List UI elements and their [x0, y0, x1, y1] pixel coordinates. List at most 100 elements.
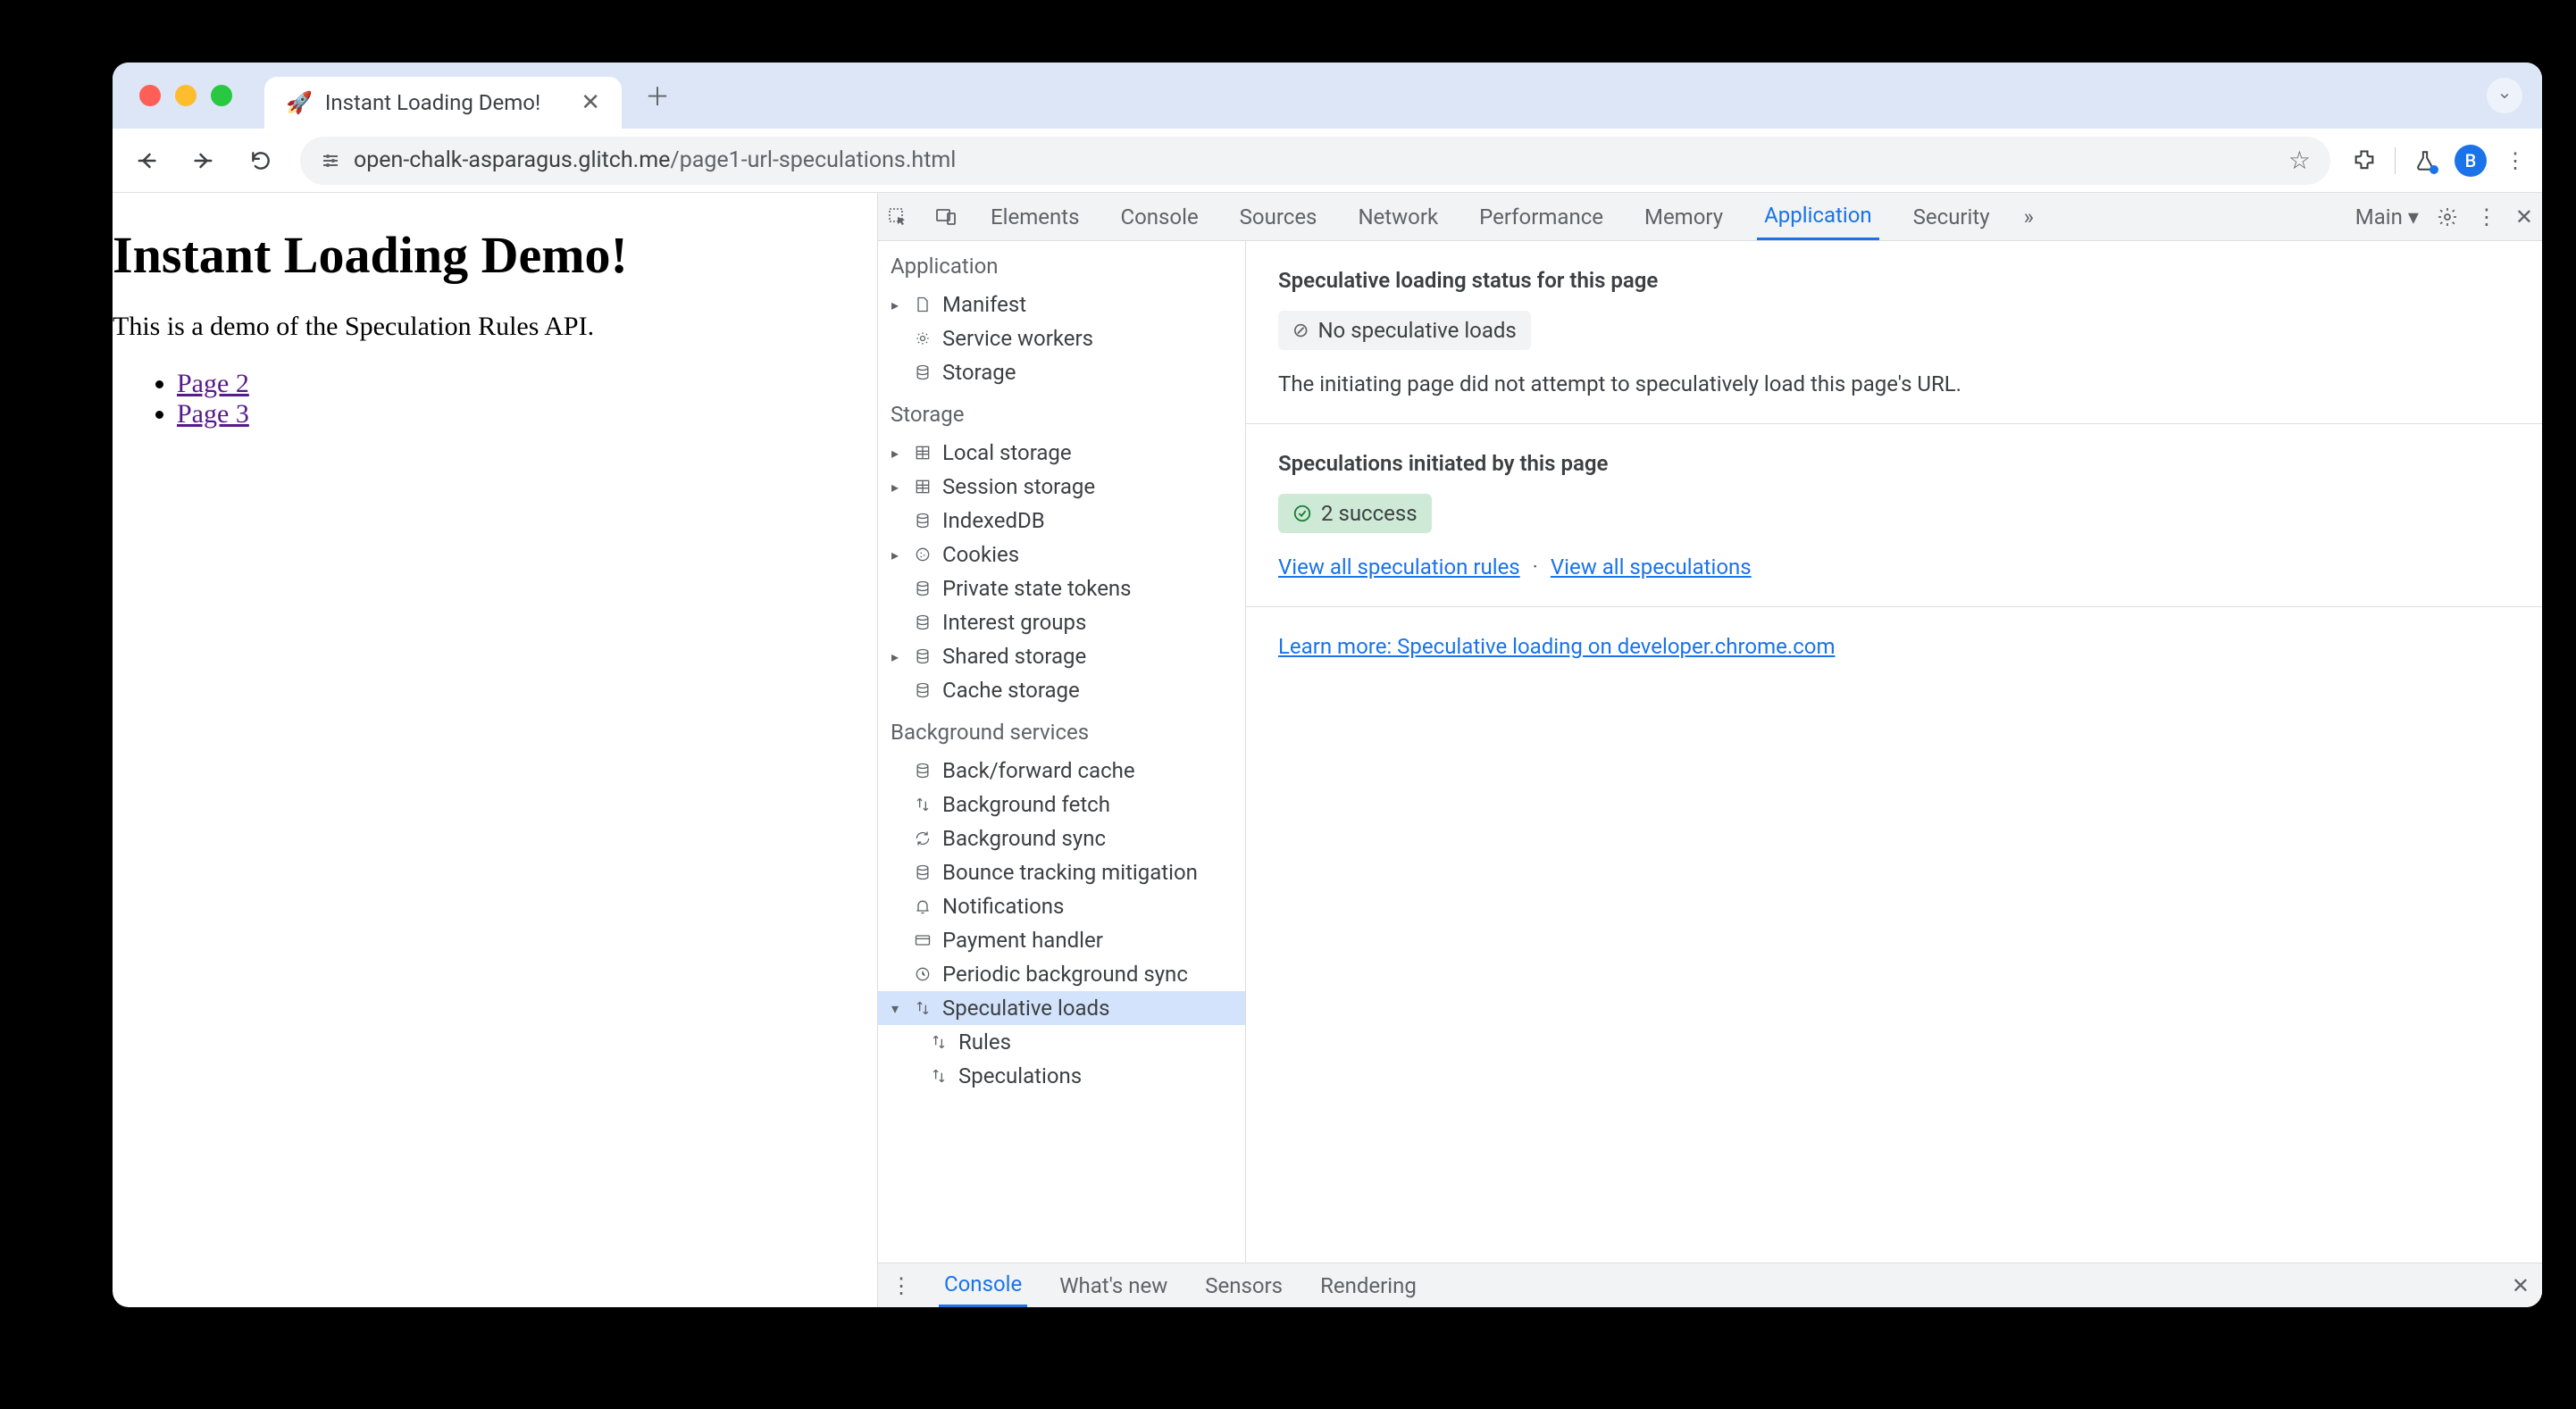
sidebar-item-periodic-sync[interactable]: Periodic background sync: [878, 957, 1245, 991]
sidebar-item-back-forward-cache[interactable]: Back/forward cache: [878, 754, 1245, 788]
sidebar-item-service-workers[interactable]: Service workers: [878, 321, 1245, 355]
status-block: Speculative loading status for this page…: [1246, 241, 2542, 424]
devtools-menu-icon[interactable]: ⋮: [2476, 204, 2497, 229]
devtools-settings-icon[interactable]: [2437, 206, 2458, 228]
browser-tab[interactable]: 🚀 Instant Loading Demo! ✕: [264, 77, 622, 129]
view-all-links: View all speculation rules · View all sp…: [1278, 554, 2510, 579]
tab-application[interactable]: Application: [1757, 193, 1879, 240]
database-icon: [912, 762, 933, 780]
inspect-element-icon[interactable]: [887, 206, 908, 228]
up-down-arrows-icon: [928, 1033, 949, 1051]
sidebar-item-session-storage[interactable]: ▸Session storage: [878, 470, 1245, 504]
sidebar-item-storage[interactable]: Storage: [878, 355, 1245, 389]
sidebar-item-manifest[interactable]: ▸Manifest: [878, 288, 1245, 321]
more-tabs-icon[interactable]: »: [2024, 204, 2034, 229]
new-tab-button[interactable]: ＋: [645, 78, 670, 113]
page-content: Instant Loading Demo! This is a demo of …: [113, 193, 877, 1307]
cookie-icon: [912, 546, 933, 563]
up-down-arrows-icon: [912, 999, 933, 1017]
application-main-panel: Speculative loading status for this page…: [1246, 241, 2542, 1263]
tab-favicon: 🚀: [286, 90, 313, 115]
drawer-tab-console[interactable]: Console: [939, 1263, 1027, 1307]
sidebar-item-rules[interactable]: Rules: [878, 1025, 1245, 1059]
drawer-tab-rendering[interactable]: Rendering: [1315, 1263, 1422, 1307]
experiments-flask-icon[interactable]: [2413, 149, 2437, 172]
status-chip-success: 2 success: [1278, 494, 1432, 533]
sidebar-item-speculations[interactable]: Speculations: [878, 1059, 1245, 1093]
navigation-toolbar: open-chalk-asparagus.glitch.me/page1-url…: [113, 129, 2542, 193]
profile-avatar[interactable]: B: [2455, 145, 2487, 177]
status-chip-no-loads: ⊘ No speculative loads: [1278, 311, 1531, 350]
prohibited-icon: ⊘: [1292, 320, 1309, 342]
tab-elements[interactable]: Elements: [983, 193, 1086, 240]
tab-memory[interactable]: Memory: [1637, 193, 1730, 240]
page-heading: Instant Loading Demo!: [113, 225, 877, 285]
sidebar-item-interest-groups[interactable]: Interest groups: [878, 605, 1245, 639]
sidebar-item-cookies[interactable]: ▸Cookies: [878, 538, 1245, 571]
list-item: Page 3: [177, 399, 877, 429]
grid-icon: [912, 444, 933, 462]
toolbar-separator: [2395, 147, 2396, 174]
database-icon: [912, 863, 933, 881]
page-link[interactable]: Page 3: [177, 399, 249, 429]
drawer-tab-sensors[interactable]: Sensors: [1200, 1263, 1288, 1307]
chrome-menu-icon[interactable]: ⋮: [2505, 148, 2526, 173]
close-window-button[interactable]: [139, 85, 161, 106]
sidebar-item-cache-storage[interactable]: Cache storage: [878, 673, 1245, 707]
up-down-arrows-icon: [928, 1067, 949, 1085]
database-icon: [912, 579, 933, 597]
database-icon: [912, 613, 933, 631]
tab-security[interactable]: Security: [1906, 193, 1997, 240]
page-link[interactable]: Page 2: [177, 369, 249, 398]
tab-console[interactable]: Console: [1113, 193, 1205, 240]
content-split: Instant Loading Demo! This is a demo of …: [113, 193, 2542, 1307]
address-bar[interactable]: open-chalk-asparagus.glitch.me/page1-url…: [300, 137, 2330, 185]
sidebar-item-local-storage[interactable]: ▸Local storage: [878, 436, 1245, 470]
learn-more-link[interactable]: Learn more: Speculative loading on devel…: [1278, 634, 1836, 659]
bookmark-star-icon[interactable]: ☆: [2288, 146, 2311, 175]
sidebar-section-application: Application: [878, 241, 1245, 288]
browser-window: 🚀 Instant Loading Demo! ✕ ＋ open-chalk-a…: [113, 63, 2542, 1307]
tab-title: Instant Loading Demo!: [325, 90, 540, 115]
status-description: The initiating page did not attempt to s…: [1278, 371, 2510, 396]
sync-icon: [912, 830, 933, 847]
sidebar-item-notifications[interactable]: Notifications: [878, 889, 1245, 923]
database-icon: [912, 512, 933, 529]
sidebar-item-background-fetch[interactable]: Background fetch: [878, 788, 1245, 821]
sidebar-item-shared-storage[interactable]: ▸Shared storage: [878, 639, 1245, 673]
database-icon: [912, 681, 933, 699]
forward-button[interactable]: [186, 143, 222, 179]
devtools-panel: Elements Console Sources Network Perform…: [877, 193, 2542, 1307]
back-button[interactable]: [129, 143, 164, 179]
close-drawer-icon[interactable]: ✕: [2512, 1273, 2530, 1298]
window-controls: [139, 85, 232, 106]
tab-search-button[interactable]: [2487, 78, 2522, 113]
drawer-tab-whats-new[interactable]: What's new: [1054, 1263, 1173, 1307]
reload-button[interactable]: [243, 143, 279, 179]
gear-small-icon: [912, 329, 933, 347]
sidebar-item-private-state-tokens[interactable]: Private state tokens: [878, 571, 1245, 605]
site-settings-icon[interactable]: [320, 150, 341, 171]
clock-icon: [912, 965, 933, 983]
tab-network[interactable]: Network: [1351, 193, 1445, 240]
tab-sources[interactable]: Sources: [1233, 193, 1325, 240]
minimize-window-button[interactable]: [175, 85, 197, 106]
database-icon: [912, 647, 933, 665]
sidebar-item-payment-handler[interactable]: Payment handler: [878, 923, 1245, 957]
frame-selector[interactable]: Main ▾: [2355, 204, 2419, 229]
sidebar-item-indexeddb[interactable]: IndexedDB: [878, 504, 1245, 538]
devtools-drawer: ⋮ Console What's new Sensors Rendering ✕: [878, 1263, 2542, 1307]
view-all-rules-link[interactable]: View all speculation rules: [1278, 554, 1520, 579]
view-all-speculations-link[interactable]: View all speculations: [1551, 554, 1752, 579]
close-devtools-icon[interactable]: ✕: [2515, 204, 2533, 229]
device-toolbar-icon[interactable]: [935, 206, 957, 228]
sidebar-item-background-sync[interactable]: Background sync: [878, 821, 1245, 855]
up-down-arrows-icon: [912, 796, 933, 813]
tab-performance[interactable]: Performance: [1472, 193, 1610, 240]
maximize-window-button[interactable]: [211, 85, 232, 106]
extensions-icon[interactable]: [2352, 148, 2377, 173]
close-tab-icon[interactable]: ✕: [581, 89, 600, 116]
drawer-menu-icon[interactable]: ⋮: [891, 1273, 912, 1298]
sidebar-item-bounce-tracking[interactable]: Bounce tracking mitigation: [878, 855, 1245, 889]
sidebar-item-speculative-loads[interactable]: ▾Speculative loads: [878, 991, 1245, 1025]
